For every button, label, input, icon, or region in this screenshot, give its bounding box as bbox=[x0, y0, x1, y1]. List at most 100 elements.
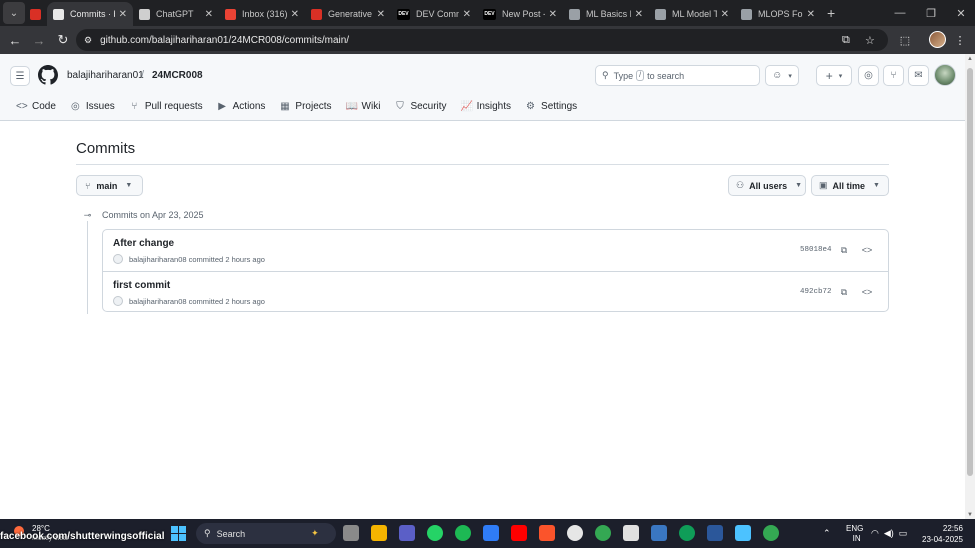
repo-tab-insights[interactable]: 📈 Insights bbox=[461, 98, 511, 114]
repo-tab-code[interactable]: <> Code bbox=[16, 98, 56, 114]
weather-widget[interactable]: 28°C Mostly clear facebook.com/shutterwi… bbox=[0, 522, 164, 546]
extensions-icon[interactable]: ⬚ bbox=[896, 31, 914, 49]
browser-tab[interactable]: DEV DEV Commu ✕ bbox=[391, 2, 477, 26]
edge-icon[interactable] bbox=[679, 525, 695, 541]
commit-sha-link[interactable]: 492cb72 bbox=[800, 288, 832, 296]
create-new-button[interactable]: + ▾ bbox=[816, 65, 852, 86]
tab-title: ML Basics Fo bbox=[586, 9, 631, 19]
install-app-icon[interactable]: ⧉ bbox=[842, 29, 850, 51]
browser-tab[interactable]: ML Model Tr ✕ bbox=[649, 2, 735, 26]
repo-tab-security[interactable]: ⛉ Security bbox=[394, 98, 446, 114]
reload-button[interactable]: ↻ bbox=[52, 29, 74, 51]
network-volume-battery-icons[interactable]: ◠ ◀) ▭ bbox=[871, 519, 907, 548]
menu-kebab-icon[interactable]: ⋮ bbox=[951, 31, 969, 49]
copilot-button[interactable]: ☺ ▾ bbox=[765, 65, 799, 86]
maximize-button[interactable]: ❐ bbox=[916, 0, 946, 26]
profile-avatar[interactable] bbox=[929, 31, 946, 48]
user-avatar[interactable] bbox=[934, 64, 956, 86]
photos-icon[interactable] bbox=[735, 525, 751, 541]
scrollbar-thumb[interactable] bbox=[967, 68, 973, 476]
repo-tab-actions[interactable]: ▶ Actions bbox=[217, 98, 265, 114]
store-icon[interactable] bbox=[483, 525, 499, 541]
youtube-icon[interactable] bbox=[511, 525, 527, 541]
inbox-button[interactable]: ✉ bbox=[908, 65, 929, 86]
close-tab-icon[interactable]: ✕ bbox=[205, 9, 213, 20]
tab-search-button[interactable]: ⌄ bbox=[3, 2, 25, 24]
author-avatar[interactable] bbox=[113, 254, 123, 264]
close-tab-icon[interactable]: ✕ bbox=[291, 9, 299, 20]
browser-tab[interactable]: MLOPS For ✕ bbox=[735, 2, 821, 26]
browser-tab[interactable]: Inbox (316) ✕ bbox=[219, 2, 305, 26]
clock[interactable]: 22:56 23-04-2025 bbox=[922, 519, 963, 548]
commit-message-link[interactable]: After change bbox=[113, 238, 174, 249]
close-tab-icon[interactable]: ✕ bbox=[635, 9, 643, 20]
word-icon[interactable] bbox=[707, 525, 723, 541]
pull-requests-button[interactable]: ⑂ bbox=[883, 65, 904, 86]
chrome-icon[interactable] bbox=[595, 525, 611, 541]
site-info-icon[interactable]: ⚙ bbox=[84, 35, 92, 46]
repo-tab-pull-requests[interactable]: ⑂ Pull requests bbox=[129, 98, 202, 114]
show-hidden-icons[interactable]: ⌃ bbox=[823, 519, 831, 548]
close-tab-icon[interactable]: ✕ bbox=[377, 9, 385, 20]
scroll-up-icon[interactable]: ▲ bbox=[965, 56, 975, 62]
browser-tab[interactable]: Commits · b ✕ bbox=[47, 2, 133, 26]
commit-sha-link[interactable]: 58018e4 bbox=[800, 246, 832, 254]
file-explorer-icon[interactable] bbox=[371, 525, 387, 541]
close-tab-icon[interactable]: ✕ bbox=[549, 9, 557, 20]
search-input[interactable]: ⚲ Type / to search bbox=[595, 65, 760, 86]
repo-tab-wiki[interactable]: 📖 Wiki bbox=[346, 98, 381, 114]
browser-tab[interactable]: ML Basics Fo ✕ bbox=[563, 2, 649, 26]
whatsapp-icon[interactable] bbox=[427, 525, 443, 541]
path-separator: / bbox=[141, 69, 145, 81]
language-indicator[interactable]: ENG IN bbox=[846, 519, 863, 548]
copilot-sparkle-icon: ✦ bbox=[311, 528, 319, 538]
browse-code-icon[interactable]: <> bbox=[859, 284, 875, 300]
repo-owner-link[interactable]: balajihariharan01 bbox=[67, 70, 144, 81]
hamburger-menu-button[interactable]: ☰ bbox=[10, 66, 30, 86]
bookmark-star-icon[interactable]: ☆ bbox=[865, 29, 875, 51]
browser-tab[interactable]: DEV New Post - D ✕ bbox=[477, 2, 563, 26]
commit-author-link[interactable]: balajihariharan08 bbox=[129, 297, 187, 306]
browser-tab[interactable]: Generative A ✕ bbox=[305, 2, 391, 26]
vscode-icon[interactable] bbox=[651, 525, 667, 541]
commit-author-link[interactable]: balajihariharan08 bbox=[129, 255, 187, 264]
tab-pinned[interactable] bbox=[25, 2, 47, 26]
author-avatar[interactable] bbox=[113, 296, 123, 306]
users-filter-button[interactable]: ⚇ All users ▼ bbox=[728, 175, 806, 196]
branch-selector-button[interactable]: ⑂ main ▼ bbox=[76, 175, 143, 196]
repo-tab-issues[interactable]: ◎ Issues bbox=[70, 98, 115, 114]
address-bar[interactable]: ⚙ github.com/balajihariharan01/24MCR008/… bbox=[76, 29, 888, 51]
page-scrollbar[interactable]: ▲ ▼ bbox=[965, 54, 975, 519]
repo-name-link[interactable]: 24MCR008 bbox=[152, 70, 203, 81]
back-button[interactable]: ← bbox=[4, 29, 26, 51]
media-player-icon[interactable] bbox=[567, 525, 583, 541]
close-window-button[interactable]: ✕ bbox=[946, 0, 975, 26]
close-tab-icon[interactable]: ✕ bbox=[721, 9, 729, 20]
close-tab-icon[interactable]: ✕ bbox=[463, 9, 471, 20]
brave-icon[interactable] bbox=[539, 525, 555, 541]
scroll-down-icon[interactable]: ▼ bbox=[965, 512, 975, 518]
taskbar-search[interactable]: ⚲ Search ✦ bbox=[196, 523, 336, 544]
chrome-profile-icon[interactable] bbox=[763, 525, 779, 541]
task-view-icon[interactable] bbox=[343, 525, 359, 541]
repo-tab-settings[interactable]: ⚙ Settings bbox=[525, 98, 577, 114]
terminal-icon[interactable] bbox=[623, 525, 639, 541]
issues-button[interactable]: ◎ bbox=[858, 65, 879, 86]
inbox-icon: ✉ bbox=[914, 70, 923, 81]
windows-start-icon[interactable] bbox=[171, 526, 186, 541]
teams-icon[interactable] bbox=[399, 525, 415, 541]
copy-icon[interactable]: ⧉ bbox=[836, 242, 852, 258]
browser-tab[interactable]: ChatGPT ✕ bbox=[133, 2, 219, 26]
commit-message-link[interactable]: first commit bbox=[113, 280, 170, 291]
browse-code-icon[interactable]: <> bbox=[859, 242, 875, 258]
spotify-icon[interactable] bbox=[455, 525, 471, 541]
close-tab-icon[interactable]: ✕ bbox=[807, 9, 815, 20]
time-filter-button[interactable]: ▣ All time ▼ bbox=[811, 175, 889, 196]
copy-icon[interactable]: ⧉ bbox=[836, 284, 852, 300]
close-tab-icon[interactable]: ✕ bbox=[119, 9, 127, 20]
github-logo-icon[interactable] bbox=[38, 65, 58, 85]
forward-button[interactable]: → bbox=[28, 29, 50, 51]
new-tab-button[interactable]: + bbox=[827, 5, 835, 21]
repo-tab-projects[interactable]: ▦ Projects bbox=[279, 98, 331, 114]
minimize-button[interactable]: — bbox=[885, 0, 915, 26]
